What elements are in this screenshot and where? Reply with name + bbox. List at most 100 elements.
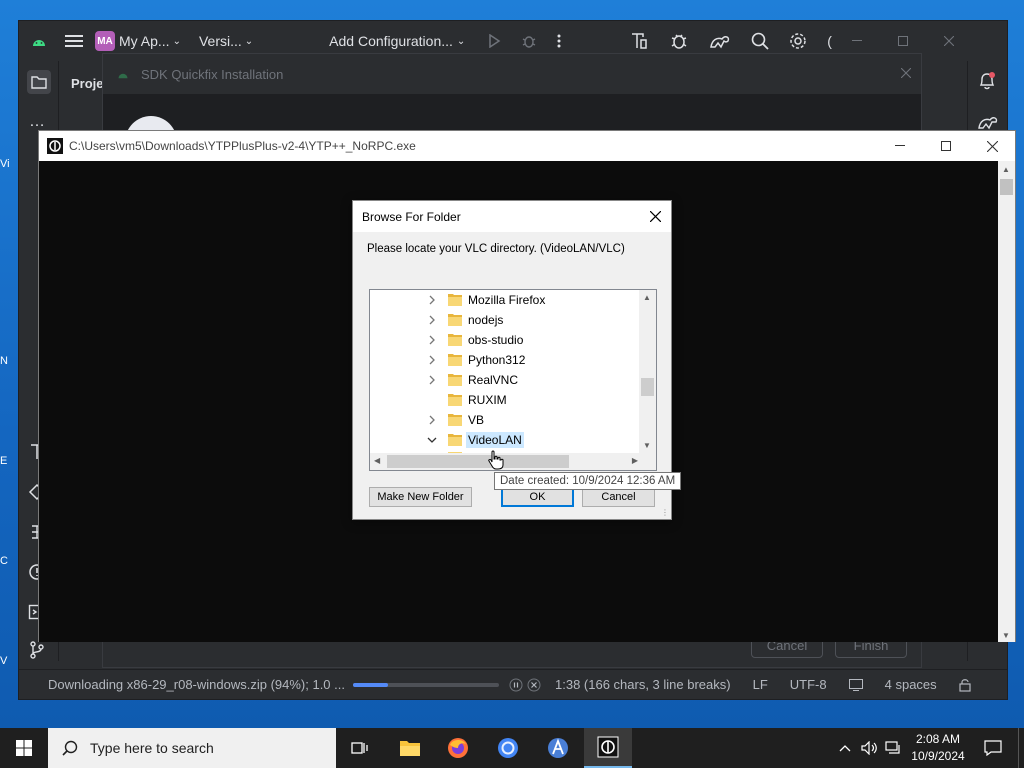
scrollbar-thumb[interactable] [1000, 179, 1013, 195]
more-actions-icon[interactable] [557, 34, 561, 48]
android-studio-icon[interactable] [534, 728, 582, 768]
version-control-icon[interactable] [29, 641, 45, 662]
task-view-icon[interactable] [336, 728, 384, 768]
firefox-icon[interactable] [434, 728, 482, 768]
maximize-icon[interactable] [923, 131, 969, 161]
desktop-icon-fragment[interactable]: C [0, 555, 20, 569]
sdk-dialog-title: SDK Quickfix Installation [141, 66, 284, 82]
chevron-right-icon[interactable] [426, 414, 438, 426]
scrollbar-thumb[interactable] [641, 378, 654, 396]
taskbar: Type here to search 2:08 AM 10/9/2024 [0, 728, 1024, 768]
bug-icon[interactable] [669, 31, 689, 51]
readonly-toggle-icon[interactable] [848, 678, 863, 691]
resize-grip-icon[interactable]: ⋮ [661, 508, 669, 517]
download-status-text[interactable]: Downloading x86-29_r08-windows.zip (94%)… [48, 677, 345, 692]
close-icon[interactable] [969, 131, 1015, 161]
chevron-right-icon[interactable] [426, 334, 438, 346]
more-tool-windows-icon[interactable]: … [29, 113, 46, 131]
scroll-right-arrow-icon[interactable]: ▶ [632, 456, 638, 465]
app-icon [47, 138, 63, 154]
close-icon[interactable] [639, 201, 671, 232]
chevron-down-icon[interactable] [426, 434, 438, 446]
scroll-left-arrow-icon[interactable]: ◀ [374, 456, 380, 465]
folder-icon [448, 293, 462, 306]
line-ending[interactable]: LF [753, 677, 768, 692]
project-panel-label: Proje [71, 76, 104, 91]
notifications-bell-icon[interactable] [978, 71, 996, 94]
notification-center-icon[interactable] [978, 728, 1008, 768]
tree-item-label: RealVNC [468, 373, 519, 387]
tree-item[interactable]: RealVNC [370, 370, 641, 390]
minimize-icon[interactable] [877, 131, 923, 161]
ytp-title-bar: C:\Users\vm5\Downloads\YTPPlusPlus-v2-4\… [39, 131, 1015, 161]
vcs-selector[interactable]: Versi... ⌄ [199, 33, 253, 49]
scroll-up-arrow-icon[interactable]: ▲ [1002, 165, 1010, 174]
indent-setting[interactable]: 4 spaces [885, 677, 937, 692]
search-icon [62, 740, 78, 756]
chevron-right-icon[interactable] [426, 374, 438, 386]
search-icon[interactable] [751, 32, 769, 50]
file-explorer-icon[interactable] [386, 728, 434, 768]
main-menu-icon[interactable] [65, 34, 83, 48]
ok-button[interactable]: OK [501, 487, 574, 507]
tree-horizontal-scrollbar[interactable]: ◀ ▶ [370, 453, 656, 470]
tree-item-label: VideoLAN [466, 432, 524, 448]
project-selector[interactable]: MA My Ap... ⌄ [95, 31, 181, 51]
scroll-up-arrow-icon[interactable]: ▲ [643, 293, 651, 302]
run-icon[interactable] [487, 34, 501, 48]
taskbar-search[interactable]: Type here to search [48, 728, 336, 768]
desktop-icon-fragment[interactable]: N [0, 355, 20, 369]
tree-item[interactable]: RUXIM [370, 390, 641, 410]
tree-item-label: VB [468, 413, 485, 427]
scroll-down-arrow-icon[interactable]: ▼ [1002, 631, 1010, 640]
tree-item[interactable]: Python312 [370, 350, 641, 370]
debug-icon[interactable] [521, 33, 537, 49]
android-icon [117, 70, 129, 79]
folder-icon [448, 393, 462, 406]
tree-item[interactable]: obs-studio [370, 330, 641, 350]
browse-dialog-title: Browse For Folder [362, 209, 461, 224]
tree-vertical-scrollbar[interactable]: ▲ ▼ [639, 290, 656, 453]
cancel-download-icon[interactable] [527, 678, 541, 692]
chevron-right-icon[interactable] [426, 354, 438, 366]
chevron-right-icon[interactable] [426, 314, 438, 326]
volume-icon[interactable] [858, 728, 882, 768]
chevron-down-icon: ⌄ [244, 35, 254, 47]
taskbar-clock[interactable]: 2:08 AM 10/9/2024 [900, 731, 976, 765]
windows-start-icon[interactable] [0, 728, 48, 768]
desktop-icon-fragment[interactable]: Vi [0, 158, 20, 172]
tree-item[interactable]: VideoLAN [370, 430, 641, 450]
run-config-selector[interactable]: Add Configuration... ⌄ [329, 33, 465, 49]
desktop-icon-fragment[interactable]: E [0, 455, 20, 469]
cancel-button[interactable]: Cancel [582, 487, 655, 507]
tree-item[interactable]: Mozilla Firefox [370, 290, 641, 310]
ide-status-bar: Downloading x86-29_r08-windows.zip (94%)… [19, 669, 1007, 699]
tree-item[interactable]: VB [370, 410, 641, 430]
make-new-folder-button[interactable]: Make New Folder [369, 487, 472, 507]
ytp-app-icon[interactable] [584, 728, 632, 768]
cursor-position[interactable]: 1:38 (166 chars, 3 line breaks) [555, 677, 731, 692]
gradle-icon[interactable] [709, 31, 731, 51]
project-folder-icon[interactable] [27, 70, 51, 94]
scroll-down-arrow-icon[interactable]: ▼ [643, 441, 651, 450]
pause-icon[interactable] [509, 678, 523, 692]
chevron-right-icon[interactable] [426, 294, 438, 306]
show-hidden-icons-icon[interactable] [832, 728, 858, 768]
lock-icon[interactable] [959, 678, 971, 692]
settings-gear-icon[interactable] [789, 32, 807, 50]
show-desktop-button[interactable] [1018, 728, 1024, 768]
chrome-icon[interactable] [484, 728, 532, 768]
close-icon[interactable] [901, 68, 911, 78]
tree-item[interactable]: nodejs [370, 310, 641, 330]
file-encoding[interactable]: UTF-8 [790, 677, 827, 692]
maximize-icon[interactable] [897, 36, 908, 46]
scrollbar-thumb[interactable] [387, 455, 569, 468]
device-manager-icon[interactable] [629, 31, 649, 51]
folder-tree[interactable]: Mozilla Firefox nodejs obs-studio Python312… [369, 289, 657, 471]
close-icon[interactable] [943, 36, 954, 46]
hand-cursor-icon [488, 450, 504, 473]
ytp-vertical-scrollbar[interactable]: ▲ ▼ [998, 161, 1015, 642]
download-progress-bar [353, 682, 499, 687]
desktop-icon-fragment[interactable]: V [0, 655, 20, 669]
minimize-icon[interactable] [851, 40, 862, 42]
